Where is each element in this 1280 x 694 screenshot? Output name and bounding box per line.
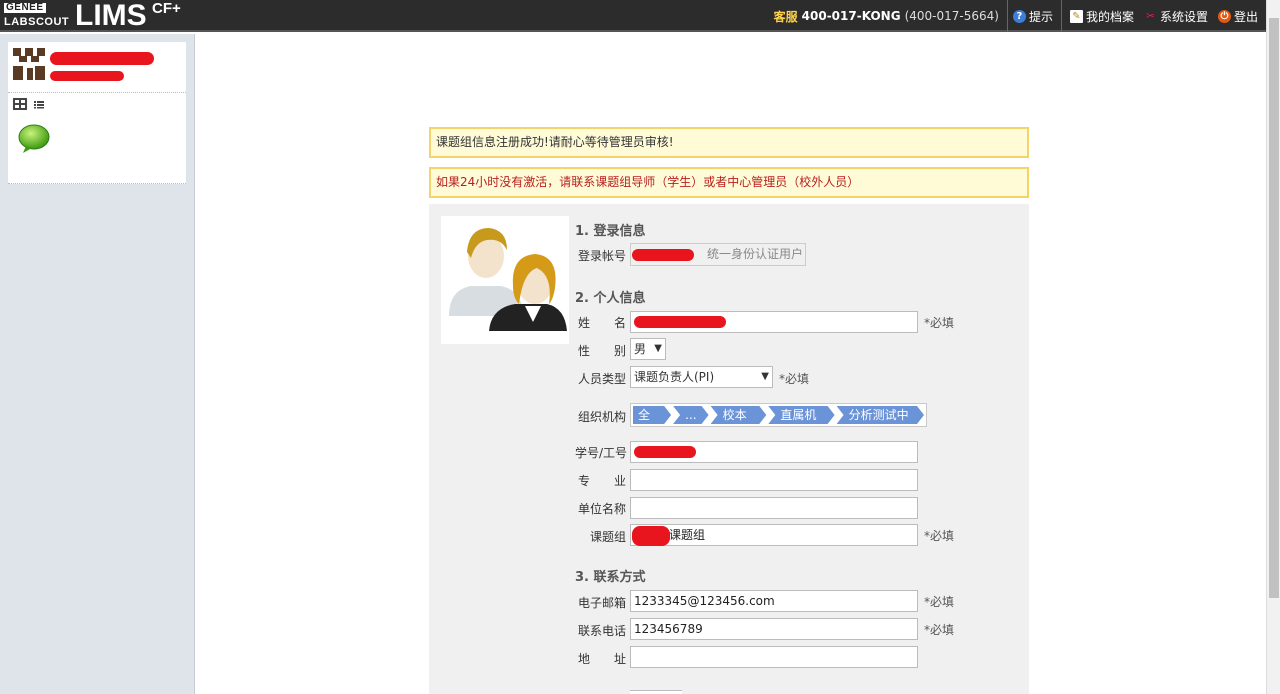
support-info: 客服 400-017-KONG (400-017-5664) [774,0,1008,32]
redacted-id [634,446,696,458]
gender-value: 男 [634,342,647,356]
logout-link[interactable]: ⏻ 登出 [1213,0,1258,32]
org-breadcrumb: 全部 ... 校本部 直属机构 分析测试中心 [630,403,927,427]
org-crumb-center[interactable]: 分析测试中心 [837,406,924,424]
section-personal-title: 2. 个人信息 [575,291,646,306]
redacted-username [50,52,154,65]
group-value: 课题组 [669,528,706,542]
support-number-alt: (400-017-5664) [904,9,999,23]
major-label: 专 业 [578,474,627,488]
top-bar: GENEE LABSCOUT LIMS CF+ 客服 400-017-KONG … [0,0,1266,32]
top-right-menu: 客服 400-017-KONG (400-017-5664) ? 提示 ✎ 我的… [774,0,1258,32]
name-label: 姓 名 [578,316,627,330]
address-input[interactable] [630,646,918,668]
power-icon: ⏻ [1217,9,1231,23]
id-label: 学号/工号 [575,446,628,460]
chevron-down-icon: ▼ [761,371,769,382]
type-required: *必填 [779,372,810,386]
hint-link[interactable]: ? 提示 [1008,0,1058,32]
list-view-icon[interactable] [33,98,45,110]
redacted-subtitle [50,71,124,81]
avatar[interactable] [13,48,45,80]
success-notice: 课题组信息注册成功!请耐心等待管理员审核! [429,127,1029,158]
profile-label: 我的档案 [1085,9,1134,24]
next-field-edge [630,690,682,694]
redacted-login [632,249,694,261]
group-input[interactable]: 课题组 [630,524,918,546]
scrollbar-thumb[interactable] [1269,18,1279,598]
logout-label: 登出 [1233,9,1258,24]
redacted-name [634,316,726,328]
view-switcher [13,98,45,110]
tools-icon: ✂ [1146,10,1155,22]
email-input[interactable]: 1233345@123456.com [630,590,918,612]
chat-bubble-icon[interactable] [18,124,50,154]
unit-input[interactable] [630,497,918,519]
org-crumb-all[interactable]: 全部 [633,406,671,424]
phone-required: *必填 [924,623,955,637]
address-label: 地 址 [578,652,627,666]
phone-input[interactable]: 123456789 [630,618,918,640]
profile-link[interactable]: ✎ 我的档案 [1065,0,1139,32]
org-crumb-campus[interactable]: 校本部 [711,406,767,424]
settings-label: 系统设置 [1159,9,1208,24]
hint-label: 提示 [1028,9,1053,24]
user-card [8,42,186,184]
divider [8,92,186,93]
name-required: *必填 [924,316,955,330]
brand-genee: GENEE [4,2,46,13]
phone-label: 联系电话 [578,624,627,638]
help-icon: ? [1012,9,1026,23]
chevron-down-icon: ▼ [654,343,662,354]
redacted-group [632,526,670,546]
type-value: 课题负责人(PI) [634,370,715,384]
section-login-title: 1. 登录信息 [575,224,646,239]
type-label: 人员类型 [578,372,627,386]
person-type-select[interactable]: 课题负责人(PI) ▼ [630,366,773,388]
section-contact-title: 3. 联系方式 [575,570,646,585]
support-number: 400-017-KONG [801,9,901,23]
default-user-photo [441,216,569,344]
org-label: 组织机构 [578,410,627,424]
login-suffix: 统一身份认证用户 [707,247,804,261]
major-input[interactable] [630,469,918,491]
email-label: 电子邮箱 [578,596,627,610]
edit-profile-icon: ✎ [1069,9,1083,23]
settings-link[interactable]: ✂ 系统设置 [1139,0,1213,32]
brand-cf: CF+ [152,0,181,17]
login-label: 登录帐号 [578,249,627,263]
support-label: 客服 [773,9,798,24]
group-required: *必填 [924,529,955,543]
grid-view-icon[interactable] [13,98,27,110]
unit-label: 单位名称 [578,502,627,516]
brand-labscout: LABSCOUT [4,16,70,28]
separator [1060,0,1062,32]
registration-panel: 1. 登录信息 登录帐号 统一身份认证用户 2. 个人信息 姓 名 *必填 性 … [429,204,1029,694]
vertical-scrollbar[interactable] [1266,0,1280,694]
group-label: 课题组 [590,530,627,544]
brand-lims[interactable]: LIMS [75,0,147,32]
warning-notice: 如果24小时没有激活，请联系课题组导师（学生）或者中心管理员（校外人员） [429,167,1029,198]
email-required: *必填 [924,595,955,609]
gender-label: 性 别 [578,344,627,358]
gender-select[interactable]: 男 ▼ [630,338,666,360]
sidebar [0,34,195,694]
org-crumb-direct[interactable]: 直属机构 [768,406,834,424]
org-crumb-ellipsis[interactable]: ... [673,406,708,424]
